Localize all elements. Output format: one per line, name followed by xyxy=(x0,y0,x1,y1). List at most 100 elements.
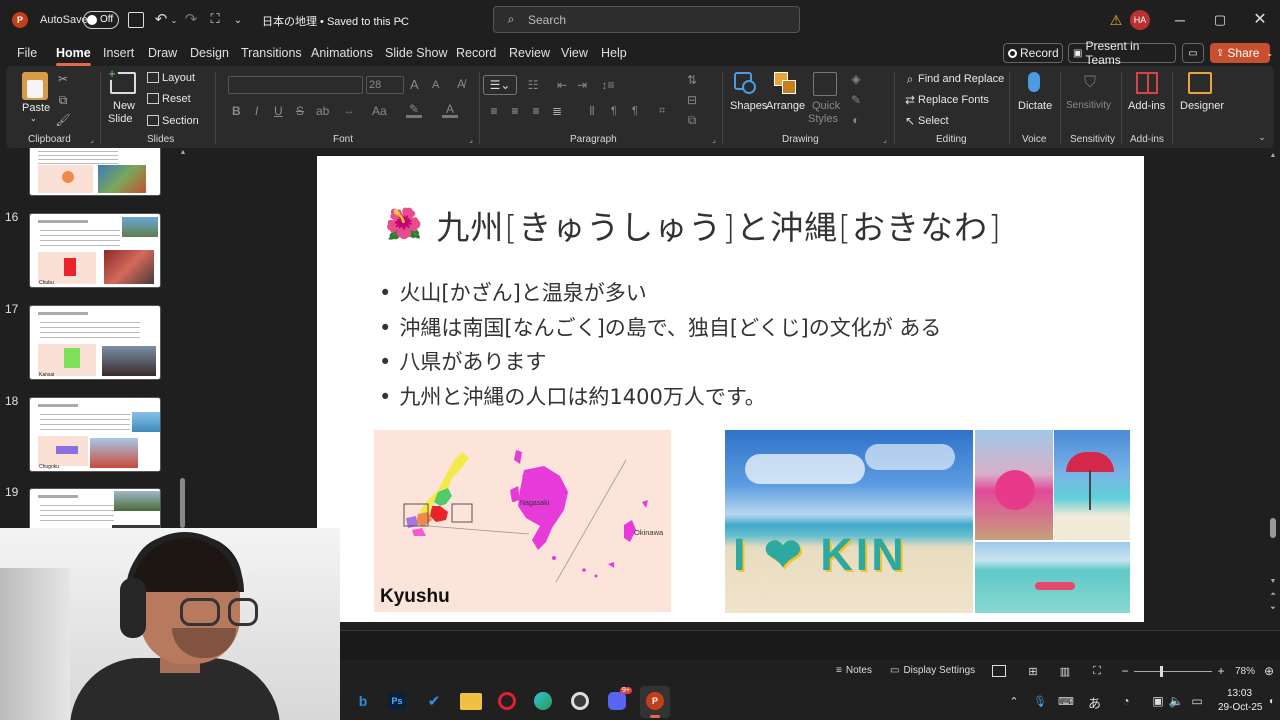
rtl-icon[interactable]: ¶ xyxy=(628,104,642,118)
thumbnail-scrollbar[interactable] xyxy=(180,478,185,528)
find-replace-button[interactable]: Find and Replace xyxy=(918,73,1004,85)
tab-insert[interactable]: Insert xyxy=(103,46,134,60)
font-name-box[interactable] xyxy=(228,76,363,94)
align-right-icon[interactable]: ≡ xyxy=(529,104,543,118)
line-spacing-icon[interactable]: ↕≡ xyxy=(596,76,620,94)
copy-icon[interactable]: ⧉ xyxy=(56,93,70,107)
underline-button[interactable]: U xyxy=(274,104,283,118)
cut-icon[interactable]: ✂ xyxy=(56,72,70,86)
zoom-slider[interactable] xyxy=(1134,666,1212,677)
edge-icon[interactable] xyxy=(534,692,552,710)
columns-icon[interactable]: ⫴ xyxy=(585,104,599,118)
mic-tray-icon[interactable]: 🎙 xyxy=(1033,693,1047,709)
shadow-button[interactable]: ab xyxy=(316,104,329,118)
zoom-in-icon[interactable]: + xyxy=(1216,664,1226,678)
ribbon-collapse-icon[interactable]: ⌄ xyxy=(1256,132,1268,142)
grow-font-button[interactable]: A xyxy=(410,77,419,92)
previous-slide-icon[interactable]: ⏶ xyxy=(1268,590,1278,600)
undo-dropdown-icon[interactable]: ⌄ xyxy=(170,12,178,28)
vertical-scrollbar-thumb[interactable] xyxy=(1270,518,1276,538)
file-explorer-icon[interactable] xyxy=(460,693,482,710)
comments-icon[interactable]: ▭ xyxy=(1182,43,1204,63)
okinawa-photo-collage[interactable]: I ❤ KIN xyxy=(725,430,1130,613)
select-button[interactable]: Select xyxy=(918,115,949,127)
slide-thumbnail[interactable]: Kansai xyxy=(29,305,161,380)
smartart-icon[interactable]: ⧉ xyxy=(684,112,700,128)
paste-button[interactable]: Paste ⌄ xyxy=(20,70,50,126)
ltr-icon[interactable]: ¶ xyxy=(607,104,621,118)
align-left-icon[interactable]: ≡ xyxy=(487,104,501,118)
new-slide-button[interactable]: + New Slide xyxy=(106,67,140,128)
photoshop-icon[interactable]: Ps xyxy=(388,692,406,710)
avatar[interactable]: HA xyxy=(1130,10,1150,30)
shapes-button[interactable]: Shapes xyxy=(728,70,767,126)
slide-title[interactable]: 🌺 九州[きゅうしゅう]と沖縄[おきなわ] xyxy=(385,202,1085,248)
decrease-indent-icon[interactable]: ⇤ xyxy=(554,76,570,94)
section-icon[interactable] xyxy=(147,115,159,126)
clock-date[interactable]: 29-Oct-25 xyxy=(1218,702,1262,713)
powerpoint-taskbar-button[interactable]: P xyxy=(640,686,670,718)
notification-icon[interactable]: ◐ xyxy=(1266,694,1278,708)
scroll-up-icon[interactable]: ▲ xyxy=(179,148,187,156)
tab-review[interactable]: Review xyxy=(509,46,550,60)
clear-formatting-icon[interactable]: A̸ xyxy=(453,76,469,92)
fit-slide-icon[interactable]: ⊕ xyxy=(1262,664,1276,678)
minimize-icon[interactable]: ─ xyxy=(1172,12,1188,28)
align-center-icon[interactable]: ≡ xyxy=(508,104,522,118)
increase-indent-icon[interactable]: ⇥ xyxy=(574,76,590,94)
clock-time[interactable]: 13:03 xyxy=(1227,688,1252,699)
vertical-scroll-down-icon[interactable]: ▼ xyxy=(1268,576,1278,586)
replace-icon[interactable]: ⇄ xyxy=(903,93,917,107)
reset-button[interactable]: Reset xyxy=(162,93,191,105)
layout-button[interactable]: Layout xyxy=(162,72,195,84)
current-slide[interactable]: 🌺 九州[きゅうしゅう]と沖縄[おきなわ] • 火山[かざん]と温泉が多い • 沖縄… xyxy=(317,156,1144,622)
battery-icon[interactable]: ▭ xyxy=(1188,693,1206,709)
undo-icon[interactable]: ↶ xyxy=(152,10,170,28)
title-chevron-icon[interactable]: ⌄ xyxy=(396,12,406,26)
highlight-icon[interactable]: ✎ xyxy=(406,102,422,118)
ime-indicator[interactable]: あ xyxy=(1088,693,1101,712)
layout-icon[interactable] xyxy=(147,72,159,83)
notes-button[interactable]: ≡ Notes xyxy=(836,665,872,676)
normal-view-icon[interactable] xyxy=(992,665,1006,677)
section-button[interactable]: Section xyxy=(162,115,199,127)
format-painter-icon[interactable]: 🖌 xyxy=(55,113,70,127)
zoom-out-icon[interactable]: − xyxy=(1120,664,1130,678)
bullets-icon[interactable]: ☰⌄ xyxy=(483,75,517,95)
tab-transitions[interactable]: Transitions xyxy=(241,46,302,60)
drawing-launcher-icon[interactable]: ⌟ xyxy=(881,135,889,144)
document-title[interactable]: 日本の地理 • Saved to this PC xyxy=(262,13,409,29)
tray-chevron-icon[interactable]: ⌃ xyxy=(1008,694,1020,708)
tab-home[interactable]: Home xyxy=(56,46,91,66)
font-size-box[interactable]: 28 xyxy=(366,76,404,94)
sensitivity-button[interactable]: ⛉ Sensitivity xyxy=(1064,70,1116,126)
tab-animations[interactable]: Animations xyxy=(311,46,373,60)
slide-thumbnail[interactable] xyxy=(29,488,161,528)
dictate-button[interactable]: Dictate xyxy=(1014,70,1054,126)
justify-icon[interactable]: ≣ xyxy=(550,104,564,118)
zoom-level[interactable]: 78% xyxy=(1235,666,1255,677)
shape-fill-icon[interactable]: ◈ xyxy=(848,72,864,86)
notes-area[interactable] xyxy=(340,630,1280,660)
autosave-toggle[interactable]: Off xyxy=(83,11,119,29)
redo-icon[interactable]: ↷ xyxy=(182,10,200,28)
designer-button[interactable]: Designer xyxy=(1176,70,1226,126)
select-icon[interactable]: ↖ xyxy=(903,114,917,128)
strikethrough-button[interactable]: S xyxy=(296,104,304,118)
tab-record[interactable]: Record xyxy=(456,46,496,60)
tab-view[interactable]: View xyxy=(561,46,588,60)
bing-icon[interactable]: b xyxy=(355,692,371,710)
slide-thumbnail[interactable]: Chugoku xyxy=(29,397,161,472)
tab-design[interactable]: Design xyxy=(190,46,229,60)
reset-icon[interactable] xyxy=(147,93,159,104)
slide-sorter-icon[interactable]: ⊞ xyxy=(1026,665,1040,678)
tab-file[interactable]: File xyxy=(17,46,37,60)
discord-icon[interactable] xyxy=(608,692,626,710)
char-spacing-icon[interactable]: ↔ xyxy=(340,104,358,118)
quick-styles-button[interactable]: Quick Styles xyxy=(808,70,842,126)
shape-outline-icon[interactable]: ✎ xyxy=(848,93,864,107)
align-text-icon[interactable]: ⊟ xyxy=(684,92,700,108)
arrange-button[interactable]: Arrange xyxy=(766,70,806,126)
italic-button[interactable]: I xyxy=(255,104,258,118)
zoom-slider-thumb[interactable] xyxy=(1160,666,1163,677)
